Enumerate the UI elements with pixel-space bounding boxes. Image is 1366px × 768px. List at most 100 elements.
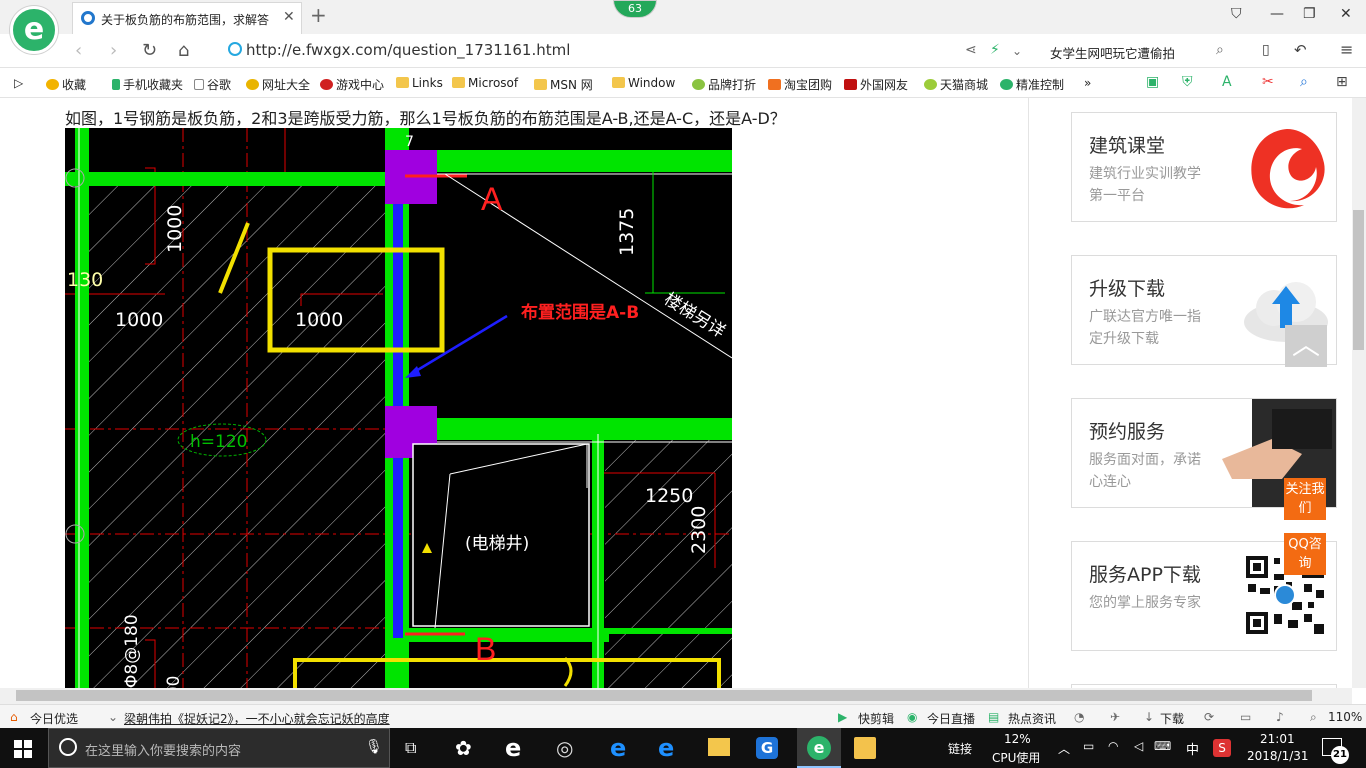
- links-toolbar[interactable]: 链接: [948, 740, 972, 757]
- cpu-percent: 12%: [1004, 732, 1031, 746]
- status-item-hotnews[interactable]: 热点资讯: [1008, 710, 1056, 727]
- glodon-taskbar-icon[interactable]: G: [756, 737, 778, 759]
- horizontal-scroll-thumb[interactable]: [16, 690, 1312, 701]
- file-explorer-icon[interactable]: [708, 738, 730, 756]
- bookmark-item[interactable]: 游戏中心: [320, 76, 384, 93]
- keyboard-icon[interactable]: ⌨: [1154, 739, 1171, 753]
- wifi-icon[interactable]: ◠: [1108, 739, 1118, 753]
- phone-icon[interactable]: ▯: [1262, 42, 1270, 58]
- forward-icon[interactable]: ›: [110, 40, 117, 61]
- more-bookmarks-icon[interactable]: »: [1084, 76, 1091, 90]
- bookmark-folder[interactable]: MSN 网: [534, 76, 593, 93]
- tab-close-icon[interactable]: ✕: [283, 9, 295, 25]
- news-link[interactable]: 梁朝伟拍《捉妖记2》，一不小心就会忘记妖的高度: [124, 710, 390, 727]
- taskbar-search[interactable]: 在这里输入你要搜索的内容 🎙: [48, 728, 390, 768]
- feedback-icon[interactable]: ⛉: [1231, 6, 1242, 22]
- magnifier-icon[interactable]: ⌕: [1300, 74, 1308, 90]
- live-icon: ◉: [907, 710, 918, 724]
- notepad-app-icon[interactable]: [854, 737, 876, 759]
- edge-icon[interactable]: e: [610, 734, 626, 762]
- scissors-icon[interactable]: ✂: [1262, 74, 1274, 90]
- sidebar-toggle-icon[interactable]: ▷: [14, 76, 23, 90]
- e-browser-icon[interactable]: e: [505, 734, 521, 762]
- rebar-label: Φ8@180: [122, 614, 142, 688]
- share-icon[interactable]: ⋖: [965, 42, 977, 58]
- sound-icon[interactable]: ♪: [1276, 710, 1284, 724]
- tab-active[interactable]: 关于板负筋的布筋范围，求解答 ✕: [72, 2, 302, 34]
- pin-icon[interactable]: ✈: [1110, 710, 1120, 724]
- sidebar-card-classroom[interactable]: 建筑课堂 建筑行业实训教学第一平台: [1071, 112, 1337, 222]
- undo-icon[interactable]: ↶: [1294, 41, 1307, 59]
- vertical-scrollbar[interactable]: [1352, 98, 1366, 688]
- minimize-button[interactable]: —: [1270, 6, 1284, 22]
- dim-label: 7: [405, 134, 414, 150]
- dim-label: 1000: [164, 205, 186, 253]
- refresh-icon[interactable]: ⟳: [1204, 710, 1214, 724]
- window-icon[interactable]: ▭: [1240, 710, 1251, 724]
- cad-drawing-svg: A B 布置范围是A-B 1000 1000 1000 1375 1250 23…: [65, 128, 732, 688]
- task-view-icon[interactable]: ⧉: [405, 738, 416, 758]
- apps-icon[interactable]: ⊞: [1336, 74, 1348, 90]
- bookmark-item[interactable]: 外国网友: [844, 76, 908, 93]
- bookmark-item[interactable]: 品牌打折: [692, 76, 756, 93]
- refresh-icon[interactable]: ↻: [142, 40, 157, 61]
- volume-icon[interactable]: ◁: [1134, 739, 1143, 753]
- bookmark-folder[interactable]: Window: [612, 76, 675, 90]
- ime-indicator[interactable]: 中: [1186, 739, 1199, 758]
- news-icon: ▤: [988, 710, 1000, 724]
- tray-chevron-icon[interactable]: ︿: [1058, 740, 1070, 757]
- windows-start-icon[interactable]: [14, 740, 32, 758]
- browser-logo-icon[interactable]: e: [10, 6, 58, 54]
- active-browser-task[interactable]: e: [797, 728, 841, 768]
- bookmark-item[interactable]: 天猫商城: [924, 76, 988, 93]
- status-item-download[interactable]: 下载: [1160, 710, 1184, 727]
- menu-icon[interactable]: ≡: [1340, 40, 1353, 59]
- vertical-scroll-thumb[interactable]: [1353, 210, 1364, 350]
- bookmark-folder[interactable]: Links: [396, 76, 443, 90]
- search-icon[interactable]: ⌕: [1216, 42, 1224, 58]
- gift-icon: ⌂: [10, 710, 18, 724]
- follow-us-button[interactable]: 关注我们: [1284, 478, 1326, 520]
- dim-label: 2300: [688, 506, 710, 554]
- bookmark-item[interactable]: 网址大全: [246, 76, 310, 93]
- daily-picks-link[interactable]: 今日优选: [30, 710, 78, 727]
- back-to-top-button[interactable]: ︿: [1285, 325, 1327, 367]
- chevron-down-icon[interactable]: ⌄: [1012, 44, 1022, 58]
- back-icon[interactable]: ‹: [75, 40, 82, 61]
- bookmark-folder[interactable]: Microsof: [452, 76, 518, 90]
- clock-time[interactable]: 21:01: [1260, 732, 1295, 746]
- new-tab-icon[interactable]: +: [310, 3, 327, 27]
- sogou-ime-icon[interactable]: S: [1213, 739, 1231, 757]
- reader-icon[interactable]: ▣: [1146, 74, 1159, 90]
- ie-taskbar-icon[interactable]: e: [658, 734, 674, 762]
- label-a: A: [481, 181, 503, 217]
- home-icon[interactable]: ⌂: [178, 40, 189, 61]
- bookmark-item[interactable]: 淘宝团购: [768, 76, 832, 93]
- chevron-down-icon[interactable]: ⌄: [108, 710, 118, 724]
- restore-button[interactable]: ❐: [1303, 6, 1316, 22]
- close-button[interactable]: ✕: [1340, 6, 1352, 22]
- taskbar-search-input[interactable]: 在这里输入你要搜索的内容: [85, 740, 241, 759]
- clock-date[interactable]: 2018/1/31: [1247, 749, 1309, 763]
- status-item-live[interactable]: 今日直播: [927, 710, 975, 727]
- battery-icon[interactable]: ▭: [1083, 739, 1094, 753]
- pinwheel-app-icon[interactable]: ✿: [455, 736, 472, 760]
- microphone-icon[interactable]: 🎙: [365, 739, 383, 755]
- dim-label: 1375: [616, 208, 638, 256]
- bookmark-item[interactable]: 精准控制: [1000, 76, 1064, 93]
- zoom-level[interactable]: 110%: [1328, 710, 1362, 724]
- translate-icon[interactable]: A: [1222, 74, 1232, 90]
- bookmark-item[interactable]: 谷歌: [194, 76, 231, 93]
- windows-taskbar: 在这里输入你要搜索的内容 🎙 ⧉ ✿ e ◎ e e G e 链接 12% CP…: [0, 728, 1366, 768]
- swirl-app-icon[interactable]: ◎: [556, 736, 573, 760]
- status-item-clip[interactable]: 快剪辑: [858, 710, 894, 727]
- shield-icon[interactable]: ⛨: [1182, 74, 1193, 90]
- speed-icon[interactable]: ◔: [1074, 710, 1084, 724]
- search-input[interactable]: 女学生网吧玩它遭偷拍: [1050, 43, 1175, 62]
- bookmark-item[interactable]: 手机收藏夹: [112, 76, 183, 93]
- lightning-icon[interactable]: ⚡: [990, 42, 1000, 58]
- qq-consult-button[interactable]: QQ咨询: [1284, 533, 1326, 575]
- bookmark-item[interactable]: 收藏: [46, 76, 86, 93]
- card-desc: 您的掌上服务专家: [1089, 595, 1201, 611]
- url-input[interactable]: http://e.fwxgx.com/question_1731161.html: [246, 41, 570, 59]
